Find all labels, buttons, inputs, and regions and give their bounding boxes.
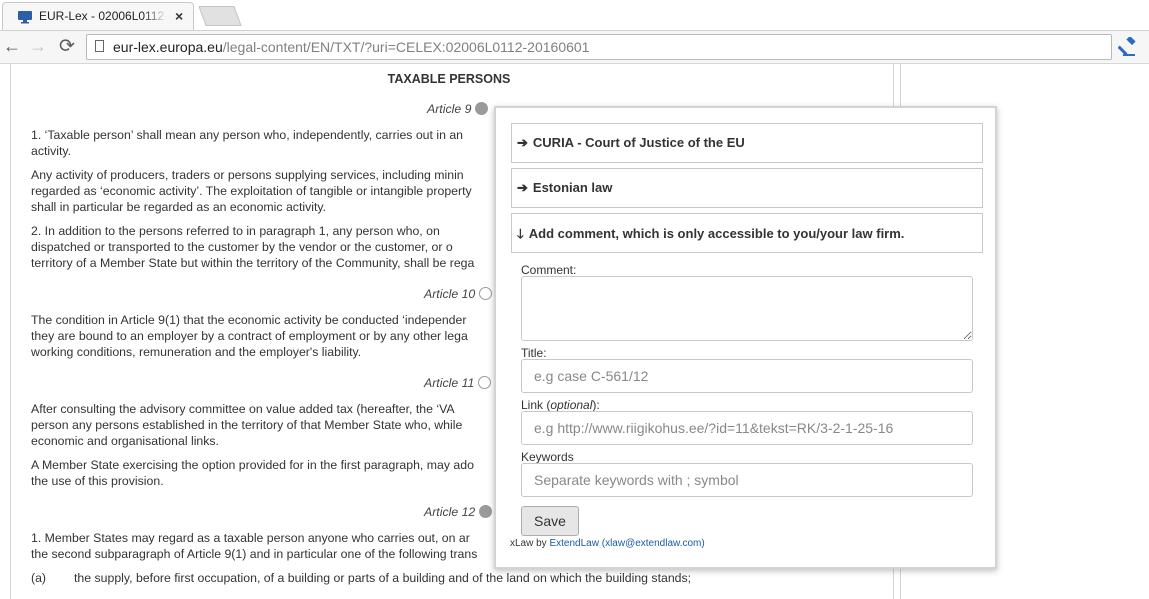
back-arrow-icon[interactable]: ← [2,36,22,57]
accordion-add-comment[interactable]: 🡓 Add comment, which is only accessible t… [511,213,983,253]
credit-prefix: xLaw by [510,538,550,549]
link-label-prefix: Link ( [521,398,551,412]
article-11-marker-icon[interactable] [478,376,492,389]
article-9-label: Article 9 [427,102,472,116]
arrow-down-icon: 🡓 [517,226,524,241]
article-12-heading: Article 12 [424,505,493,519]
url-path: /legal-content/EN/TXT/?uri=CELEX:02006L0… [222,39,590,55]
email-link[interactable]: (xlaw@extendlaw.com) [602,538,705,549]
comment-label: Comment: [521,263,577,277]
url-text[interactable]: eur-lex.europa.eu/legal-content/EN/TXT/?… [113,39,589,55]
new-tab-button[interactable] [198,6,242,26]
browser-toolbar: ← → ⟳ eur-lex.europa.eu/legal-content/EN… [0,30,1149,64]
accordion-estonian-law[interactable]: ➔ Estonian law [511,168,983,208]
link-label-suffix: ): [592,398,600,412]
keywords-label: Keywords [521,450,574,464]
link-input[interactable] [521,411,973,445]
title-input[interactable] [521,359,973,393]
title-label: Title: [521,346,547,360]
accordion-label: CURIA - Court of Justice of the EU [532,135,745,150]
address-bar[interactable]: eur-lex.europa.eu/legal-content/EN/TXT/?… [86,34,1112,60]
tab-bar: EUR-Lex - 02006L0112-2 × [0,0,1149,30]
browser-tab[interactable]: EUR-Lex - 02006L0112-2 × [2,2,194,30]
tab-close-icon[interactable]: × [175,8,183,24]
save-button[interactable]: Save [521,506,579,536]
accordion-label: Add comment, which is only accessible to… [528,226,905,241]
accordion-curia[interactable]: ➔ CURIA - Court of Justice of the EU [511,123,983,163]
arrow-right-icon: ➔ [517,135,528,150]
xlaw-popup: ➔ CURIA - Court of Justice of the EU ➔ Est… [494,106,997,569]
section-heading: TAXABLE PERSONS [387,72,511,86]
article-10-label: Article 10 [424,287,476,301]
article-11-label: Article 11 [424,376,475,390]
comment-textarea[interactable] [521,276,973,341]
link-label-optional: optional [550,398,593,412]
keywords-input[interactable] [521,463,973,497]
tab-title: EUR-Lex - 02006L0112-2 [39,9,167,23]
arrow-right-icon: ➔ [517,180,528,195]
article-9-marker-icon[interactable] [475,102,489,115]
forward-arrow-icon[interactable]: → [28,36,48,57]
article-10-marker-icon[interactable] [479,287,493,300]
page-info-icon[interactable] [95,40,104,52]
article-11-heading: Article 11 [424,376,492,390]
article-12-label: Article 12 [424,505,476,519]
extendlaw-link[interactable]: ExtendLaw [549,538,598,549]
credit-line: xLaw by ExtendLaw (xlaw@extendlaw.com) [510,538,705,549]
article-12-marker-icon[interactable] [479,505,493,518]
list-marker: (a) [31,571,47,585]
eurlex-favicon-icon [18,11,32,24]
article-10-heading: Article 10 [424,287,493,301]
list-item-text: the supply, before first occupation, of … [74,571,692,585]
article-9-heading: Article 9 [427,102,489,116]
link-label: Link (optional): [521,398,600,412]
gavel-extension-icon[interactable] [1118,37,1140,57]
url-host: eur-lex.europa.eu [113,39,223,55]
reload-icon[interactable]: ⟳ [57,35,77,58]
accordion-label: Estonian law [532,180,613,195]
